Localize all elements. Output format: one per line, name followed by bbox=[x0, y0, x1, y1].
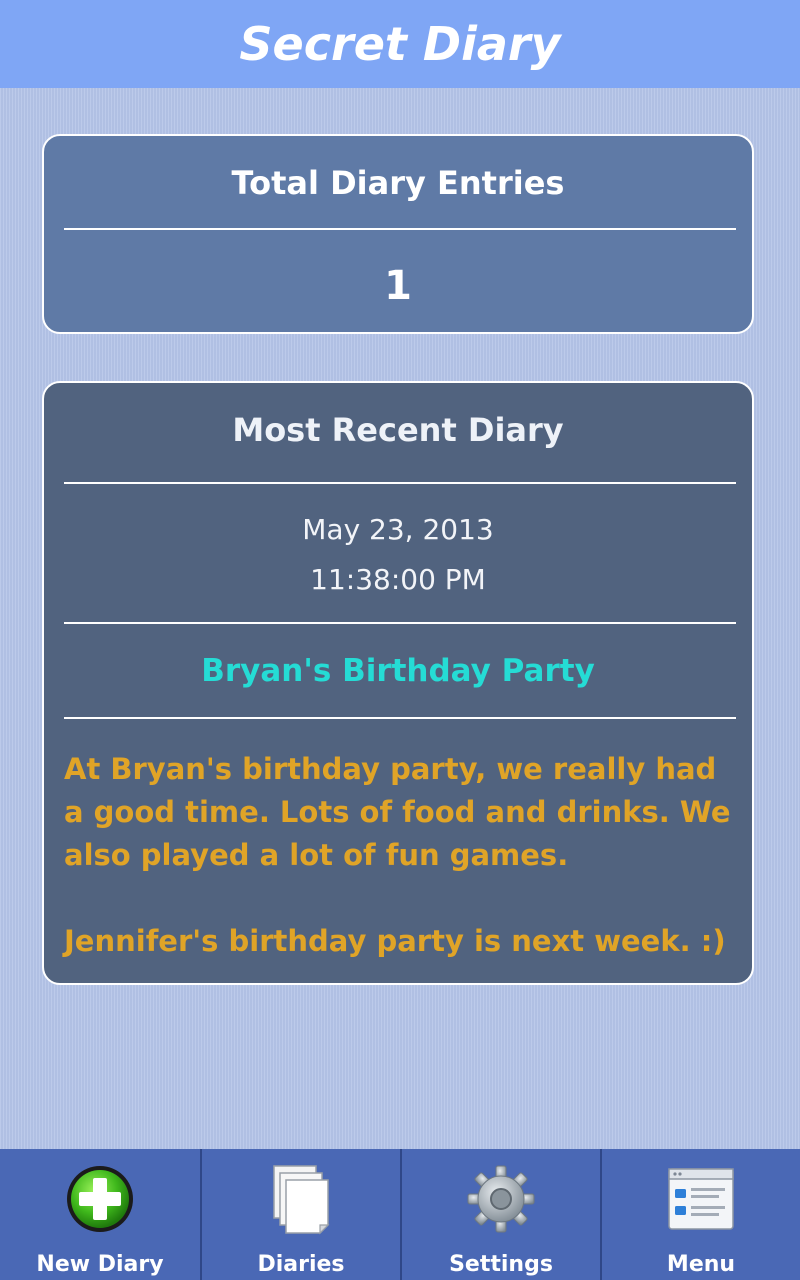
entry-time: 11:38:00 PM bbox=[310, 563, 486, 596]
new-diary-label: New Diary bbox=[36, 1252, 164, 1277]
menu-label: Menu bbox=[666, 1252, 736, 1277]
pages-icon bbox=[273, 1165, 330, 1235]
most-recent-diary-card[interactable]: Most Recent Diary May 23, 2013 11:38:00 … bbox=[42, 381, 754, 985]
entry-body-paragraph: At Bryan's birthday party, we really had… bbox=[64, 752, 731, 872]
bottom-navigation-bar: New Diary Diaries Settings Menu bbox=[0, 1149, 800, 1280]
app-header: Secret Diary bbox=[0, 0, 800, 88]
menu-button[interactable]: Menu bbox=[600, 1149, 800, 1280]
divider bbox=[64, 482, 736, 484]
diaries-label: Diaries bbox=[257, 1252, 345, 1277]
settings-button[interactable]: Settings bbox=[400, 1149, 600, 1280]
gear-icon bbox=[467, 1165, 535, 1233]
entry-body: At Bryan's birthday party, we really had… bbox=[64, 748, 736, 963]
total-entries-title: Total Diary Entries bbox=[231, 164, 565, 202]
divider bbox=[64, 228, 736, 230]
menu-list-icon bbox=[668, 1168, 734, 1230]
entry-date: May 23, 2013 bbox=[302, 513, 494, 546]
divider bbox=[64, 717, 736, 719]
divider bbox=[64, 622, 736, 624]
total-entries-count: 1 bbox=[384, 263, 412, 309]
total-entries-card: Total Diary Entries 1 bbox=[42, 134, 754, 334]
entry-body-paragraph: Jennifer's birthday party is next week. … bbox=[64, 924, 726, 958]
settings-label: Settings bbox=[449, 1252, 553, 1277]
new-diary-button[interactable]: New Diary bbox=[0, 1149, 200, 1280]
most-recent-diary-title: Most Recent Diary bbox=[232, 411, 564, 449]
app-title: Secret Diary bbox=[239, 17, 561, 71]
diaries-button[interactable]: Diaries bbox=[200, 1149, 400, 1280]
entry-title: Bryan's Birthday Party bbox=[201, 653, 595, 689]
plus-circle-icon bbox=[67, 1166, 133, 1232]
